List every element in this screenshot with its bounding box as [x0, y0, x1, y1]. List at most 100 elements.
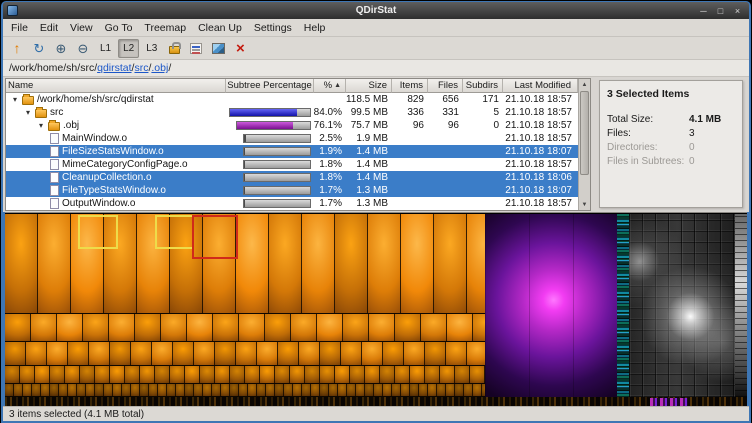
- expand-level-3-button[interactable]: L3: [141, 39, 162, 58]
- modified-cell: 21.10.18 18:57: [503, 93, 578, 106]
- column-header-name[interactable]: Name: [6, 79, 226, 93]
- item-name: MainWindow.o: [62, 132, 127, 145]
- expand-arrow-icon[interactable]: ▾: [37, 119, 45, 132]
- menu-item-view[interactable]: View: [64, 21, 99, 35]
- close-button[interactable]: ×: [731, 5, 744, 17]
- column-header-items[interactable]: Items: [392, 79, 428, 93]
- expand-arrow-icon[interactable]: ▾: [24, 106, 32, 119]
- table-row[interactable]: ▾/work/home/sh/src/qdirstat118.5 MB82965…: [6, 93, 578, 106]
- file-stats-button[interactable]: [186, 39, 206, 58]
- treemap[interactable]: [5, 212, 747, 406]
- menu-item-help[interactable]: Help: [298, 21, 332, 35]
- column-header-files[interactable]: Files: [428, 79, 463, 93]
- details-row: Directories:0: [607, 140, 735, 154]
- file-icon: [50, 146, 59, 157]
- treemap-tile: [347, 384, 356, 396]
- table-row[interactable]: OutputWindow.o1.7%1.3 MB21.10.18 18:57: [6, 197, 578, 210]
- percent-cell: 84.0%: [314, 106, 346, 119]
- treemap-tile: [350, 366, 365, 383]
- expand-level-1-button[interactable]: L1: [95, 39, 116, 58]
- zoom-in-icon: ⊕: [56, 42, 67, 55]
- treemap-tile: [57, 314, 83, 341]
- expand-level-2-button[interactable]: L2: [118, 39, 139, 58]
- files-cell: 331: [428, 106, 463, 119]
- expand-arrow-icon[interactable]: ▾: [11, 93, 19, 106]
- minimize-button[interactable]: ─: [697, 5, 710, 17]
- maximize-button[interactable]: □: [714, 5, 727, 17]
- treemap-tile: [125, 366, 140, 383]
- menu-item-settings[interactable]: Settings: [248, 21, 298, 35]
- treemap-tile: [221, 384, 230, 396]
- treemap-tile: [269, 214, 302, 313]
- details-label: Files in Subtrees:: [607, 156, 689, 167]
- menu-item-edit[interactable]: Edit: [34, 21, 64, 35]
- treemap-tile: [362, 342, 383, 365]
- file-icon: [50, 159, 59, 170]
- table-row[interactable]: ▾.obj76.1%75.7 MB9696021.10.18 18:57: [6, 119, 578, 132]
- titlebar[interactable]: QDirStat ─□×: [3, 2, 749, 19]
- treemap-tile: [170, 366, 185, 383]
- percent-bar-cell: [226, 106, 314, 119]
- stop-button[interactable]: ×: [230, 39, 250, 58]
- subdirs-cell: [463, 145, 503, 158]
- treemap-tile: [464, 384, 473, 396]
- treemap-tile: [176, 384, 185, 396]
- subdirs-cell: 171: [463, 93, 503, 106]
- name-cell: MimeCategoryConfigPage.o: [6, 158, 226, 171]
- treemap-tile: [437, 384, 446, 396]
- treemap-tile: [299, 342, 320, 365]
- treemap-tile: [419, 384, 428, 396]
- tree-table: NameSubtree Percentage%▲SizeItemsFilesSu…: [6, 79, 578, 210]
- treemap-tile-row: [5, 384, 485, 397]
- details-label: Files:: [607, 128, 689, 139]
- column-header-last-modified[interactable]: Last Modified: [503, 79, 578, 93]
- treemap-gray-region: [629, 214, 735, 397]
- treemap-tile: [89, 342, 110, 365]
- column-header-label: Subtree Percentage: [227, 80, 312, 91]
- table-row[interactable]: FileSizeStatsWindow.o1.9%1.4 MB21.10.18 …: [6, 145, 578, 158]
- lock-button[interactable]: [164, 39, 184, 58]
- treemap-tile: [245, 366, 260, 383]
- menu-item-file[interactable]: File: [5, 21, 34, 35]
- table-row[interactable]: MimeCategoryConfigPage.o1.8%1.4 MB21.10.…: [6, 158, 578, 171]
- column-header-size[interactable]: Size: [346, 79, 392, 93]
- scroll-up-icon[interactable]: ▲: [579, 79, 590, 90]
- column-header-subdirs[interactable]: Subdirs: [463, 79, 503, 93]
- treemap-tile: [5, 366, 20, 383]
- breadcrumb-link-src[interactable]: src: [134, 62, 148, 74]
- scrollbar-thumb[interactable]: [580, 91, 589, 175]
- column-header--[interactable]: %▲: [314, 79, 346, 93]
- percent-bar-track: [243, 186, 311, 195]
- go-up-button[interactable]: ↑: [7, 39, 27, 58]
- table-row[interactable]: MainWindow.o2.5%1.9 MB21.10.18 18:57: [6, 132, 578, 145]
- percent-cell: 1.8%: [314, 158, 346, 171]
- scroll-down-icon[interactable]: ▼: [579, 199, 590, 210]
- column-header-subtree-percentage[interactable]: Subtree Percentage: [226, 79, 314, 93]
- tree-scrollbar[interactable]: ▲ ▼: [578, 79, 590, 210]
- menu-item-go-to[interactable]: Go To: [99, 21, 139, 35]
- table-row[interactable]: ▾src84.0%99.5 MB336331521.10.18 18:57: [6, 106, 578, 119]
- table-row[interactable]: CleanupCollection.o1.8%1.4 MB21.10.18 18…: [6, 171, 578, 184]
- treemap-tile: [338, 384, 347, 396]
- treemap-tile-row: [5, 366, 485, 384]
- zoom-in-button[interactable]: ⊕: [51, 39, 71, 58]
- refresh-button[interactable]: ↻: [29, 39, 49, 58]
- percent-cell: 1.7%: [314, 197, 346, 210]
- percent-bar-fill: [244, 200, 245, 207]
- modified-cell: 21.10.18 18:57: [503, 106, 578, 119]
- zoom-out-button[interactable]: ⊖: [73, 39, 93, 58]
- treemap-tile: [215, 342, 236, 365]
- item-name: src: [50, 106, 63, 119]
- treemap-tile: [239, 384, 248, 396]
- menu-item-treemap[interactable]: Treemap: [138, 21, 192, 35]
- treemap-tile: [155, 366, 170, 383]
- treemap-toggle-button[interactable]: [208, 39, 228, 58]
- menu-item-clean-up[interactable]: Clean Up: [192, 21, 248, 35]
- treemap-tile: [446, 384, 455, 396]
- size-cell: 99.5 MB: [346, 106, 392, 119]
- breadcrumb-link--obj[interactable]: .obj: [151, 62, 168, 74]
- table-row[interactable]: FileTypeStatsWindow.o1.7%1.3 MB21.10.18 …: [6, 184, 578, 197]
- breadcrumb-link-qdirstat[interactable]: qdirstat: [97, 62, 131, 74]
- item-name: OutputWindow.o: [62, 197, 135, 210]
- treemap-tile: [203, 384, 212, 396]
